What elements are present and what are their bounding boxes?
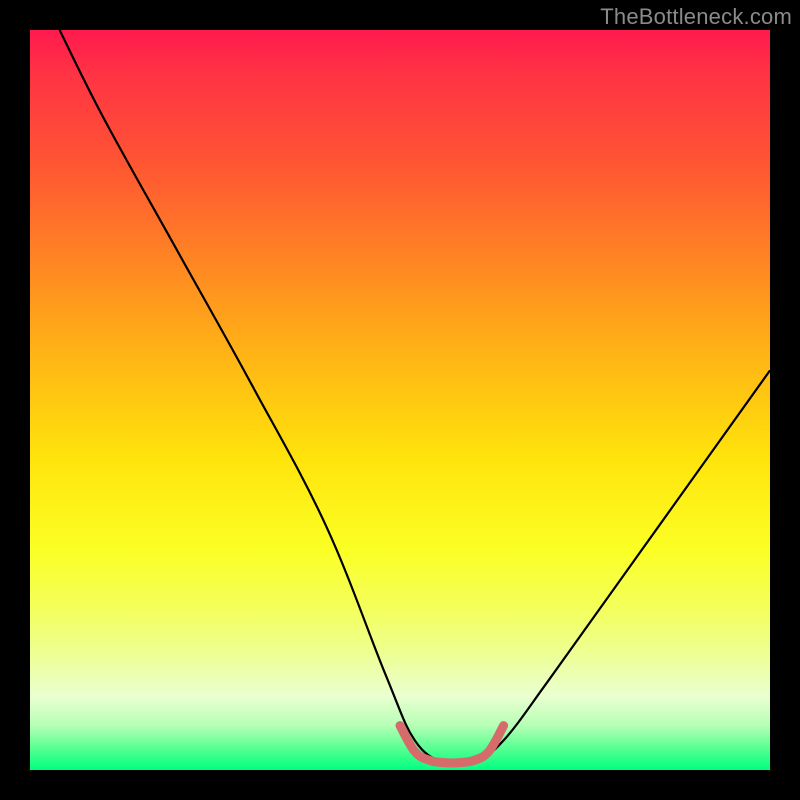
chart-frame: TheBottleneck.com bbox=[0, 0, 800, 800]
bottleneck-curve-path bbox=[60, 30, 770, 766]
valley-marker-path bbox=[400, 726, 504, 763]
curve-svg bbox=[30, 30, 770, 770]
plot-area bbox=[30, 30, 770, 770]
watermark-text: TheBottleneck.com bbox=[600, 4, 792, 30]
